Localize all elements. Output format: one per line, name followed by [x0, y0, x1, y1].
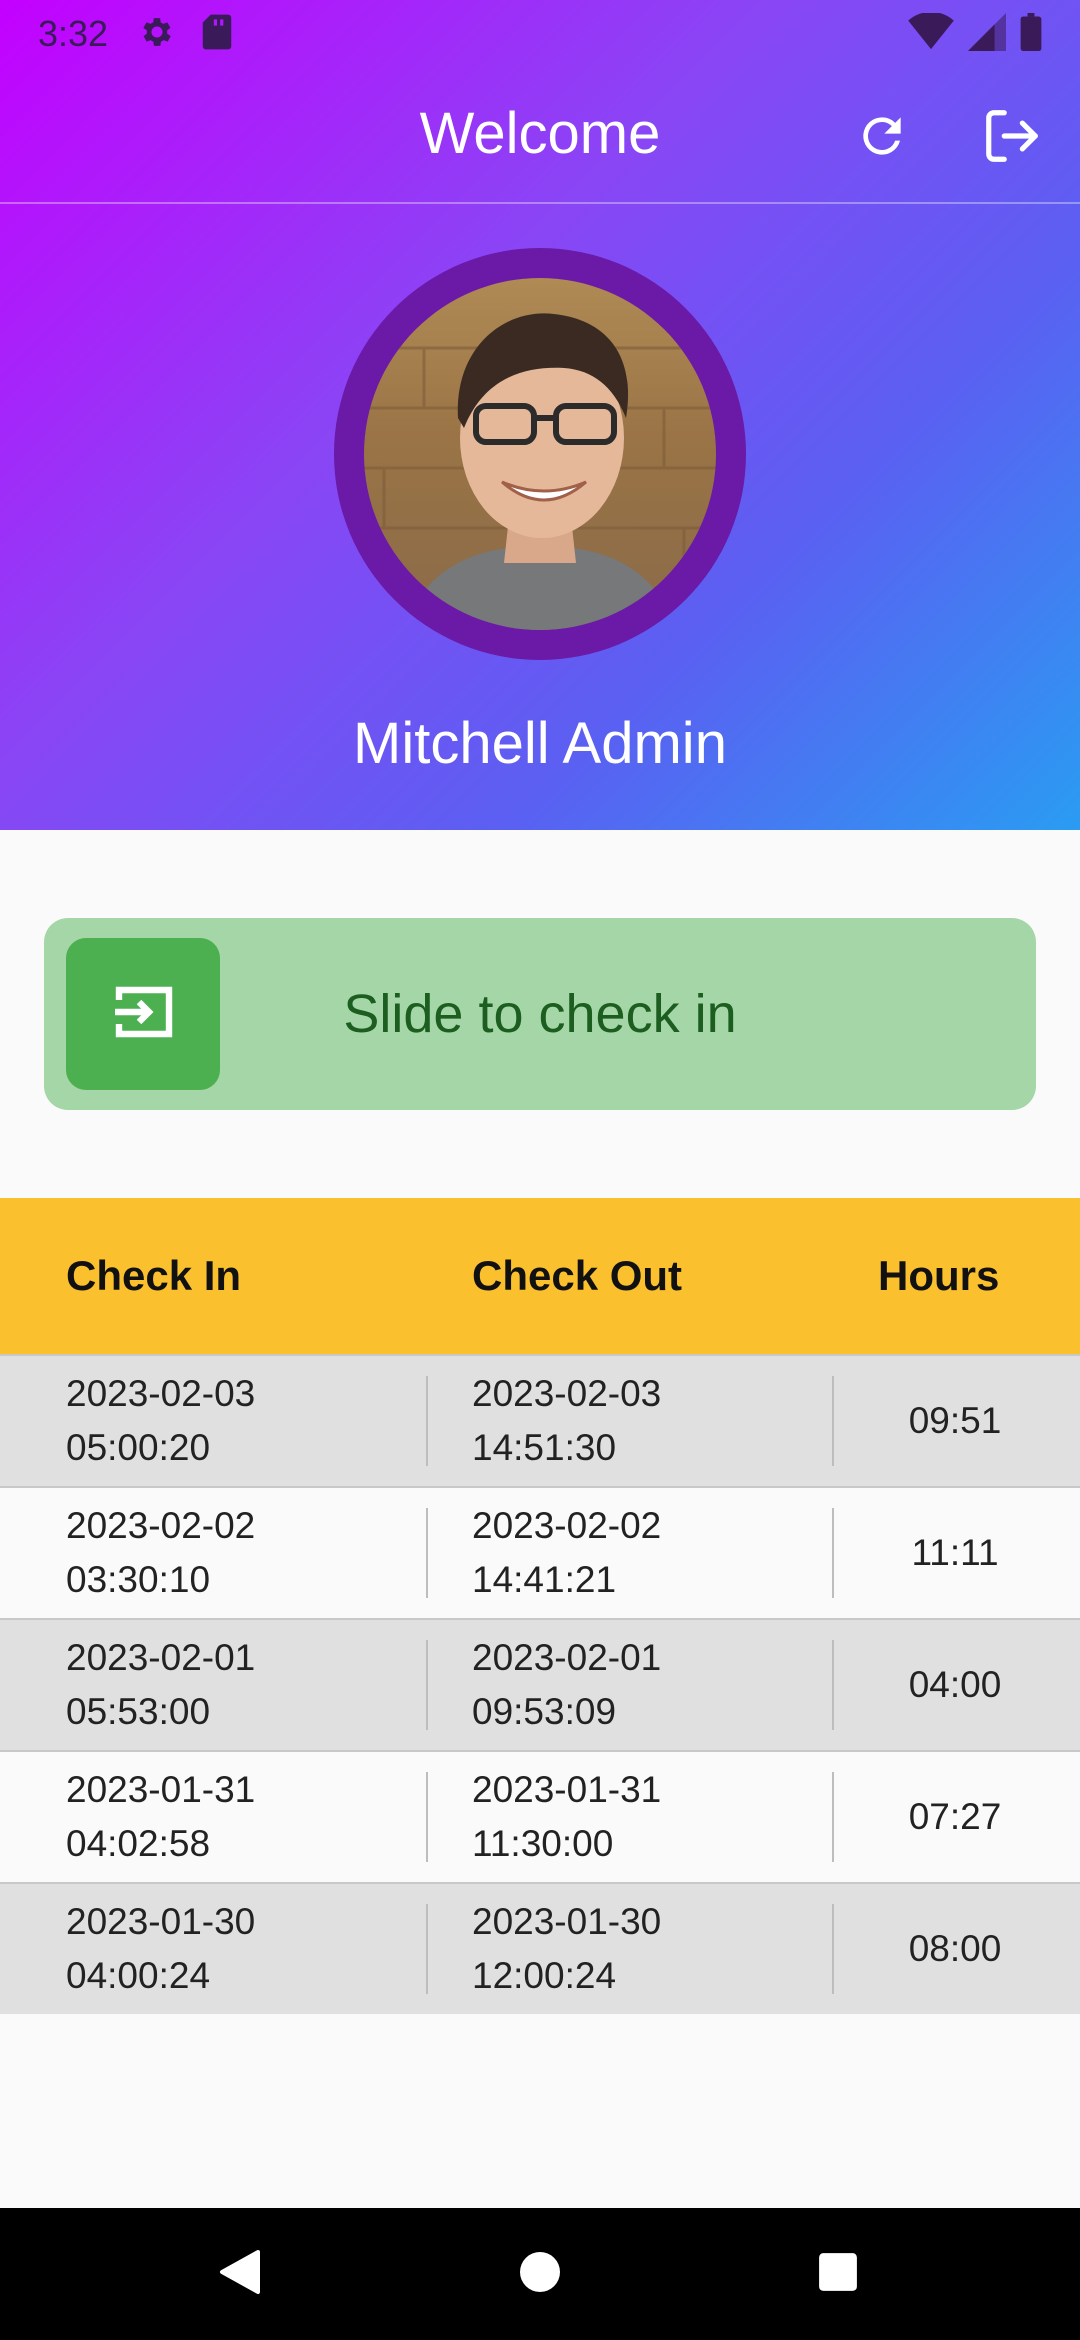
hours-cell: 07:27: [908, 1796, 1002, 1837]
avatar[interactable]: [364, 278, 716, 630]
refresh-button[interactable]: [842, 98, 922, 178]
hours-cell: 09:51: [908, 1400, 1002, 1441]
column-divider: [426, 1904, 428, 1994]
table-row[interactable]: 2023-01-30 04:00:24 2023-01-30 12:00:24 …: [0, 1882, 1080, 2014]
check-in-cell: 2023-02-02 03:30:10: [66, 1505, 256, 1600]
table-row[interactable]: 2023-02-01 05:53:00 2023-02-01 09:53:09 …: [0, 1618, 1080, 1750]
check-in-slider[interactable]: Slide to check in: [44, 918, 1036, 1110]
check-out-cell: 2023-02-02 14:41:21: [472, 1505, 662, 1600]
refresh-icon: [854, 108, 910, 169]
recents-icon: [817, 2251, 859, 2298]
slider-handle[interactable]: [66, 938, 220, 1090]
home-button[interactable]: [516, 2250, 564, 2298]
hours-cell: 08:00: [908, 1928, 1002, 1969]
check-in-cell: 2023-01-30 04:00:24: [66, 1901, 256, 1996]
check-in-cell: 2023-02-01 05:53:00: [66, 1637, 256, 1732]
table-header: Check In Check Out Hours: [0, 1198, 1080, 1354]
column-header-check-out[interactable]: Check Out: [472, 1198, 682, 1354]
column-divider: [426, 1772, 428, 1862]
status-time: 3:32: [38, 13, 109, 54]
check-in-icon: [111, 984, 175, 1045]
check-out-cell: 2023-01-31 11:30:00: [472, 1769, 662, 1864]
check-out-cell: 2023-02-01 09:53:09: [472, 1637, 662, 1732]
system-nav-bar: [0, 2208, 1080, 2340]
profile-header: 3:32 Welcome Mitchell Admin: [0, 0, 1080, 830]
home-icon: [518, 2250, 562, 2299]
back-button[interactable]: [216, 2248, 264, 2301]
check-in-cell: 2023-02-03 05:00:20: [66, 1373, 256, 1468]
signal-icon: [968, 12, 1006, 56]
hours-cell: 11:11: [911, 1532, 999, 1573]
logout-icon: [981, 105, 1043, 172]
gear-icon: [138, 13, 176, 56]
table-row[interactable]: 2023-02-02 03:30:10 2023-02-02 14:41:21 …: [0, 1486, 1080, 1618]
app-bar: Welcome: [0, 68, 1080, 204]
battery-icon: [1020, 12, 1042, 56]
avatar-ring: [334, 248, 746, 660]
logout-button[interactable]: [972, 98, 1052, 178]
column-divider: [426, 1508, 428, 1598]
check-out-cell: 2023-01-30 12:00:24: [472, 1901, 662, 1996]
sd-card-icon: [200, 13, 234, 56]
wifi-icon: [908, 11, 954, 56]
attendance-table: Check In Check Out Hours 2023-02-03 05:0…: [0, 1198, 1080, 2014]
profile-name: Mitchell Admin: [353, 711, 727, 776]
hours-cell: 04:00: [908, 1664, 1002, 1705]
back-icon: [218, 2248, 262, 2301]
recents-button[interactable]: [814, 2250, 862, 2298]
check-out-cell: 2023-02-03 14:51:30: [472, 1373, 662, 1468]
check-in-cell: 2023-01-31 04:02:58: [66, 1769, 256, 1864]
table-row[interactable]: 2023-01-31 04:02:58 2023-01-31 11:30:00 …: [0, 1750, 1080, 1882]
column-divider: [426, 1640, 428, 1730]
table-row[interactable]: 2023-02-03 05:00:20 2023-02-03 14:51:30 …: [0, 1354, 1080, 1486]
status-bar: 3:32: [0, 0, 1080, 68]
column-divider: [426, 1376, 428, 1466]
column-header-check-in[interactable]: Check In: [66, 1198, 241, 1354]
column-header-hours[interactable]: Hours: [878, 1198, 999, 1354]
